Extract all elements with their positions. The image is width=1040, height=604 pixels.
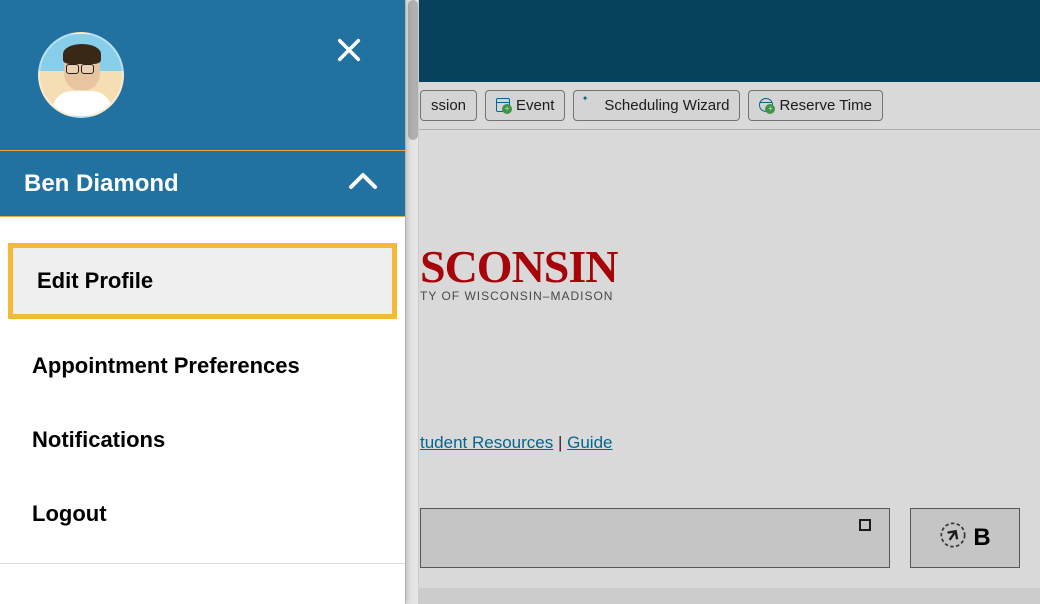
menu-label: Notifications [32,427,165,452]
menu-label: Logout [32,501,107,526]
modal-overlay[interactable] [405,0,1040,604]
menu-edit-profile[interactable]: Edit Profile [8,243,397,319]
menu-label: Edit Profile [37,268,153,293]
menu-divider [0,563,405,564]
profile-menu: Edit Profile Appointment Preferences Not… [0,217,405,604]
menu-logout[interactable]: Logout [0,477,405,551]
close-button[interactable] [335,36,363,64]
user-name: Ben Diamond [24,170,179,198]
scrollbar[interactable] [405,0,419,604]
chevron-up-icon [345,169,381,198]
profile-sidebar: Ben Diamond Edit Profile Appointment Pre… [0,0,405,604]
scrollbar-thumb[interactable] [408,0,418,140]
menu-appointment-preferences[interactable]: Appointment Preferences [0,329,405,403]
avatar[interactable] [38,32,124,118]
sidebar-header [0,0,405,150]
user-name-toggle[interactable]: Ben Diamond [0,150,405,217]
menu-label: Appointment Preferences [32,353,300,378]
menu-notifications[interactable]: Notifications [0,403,405,477]
